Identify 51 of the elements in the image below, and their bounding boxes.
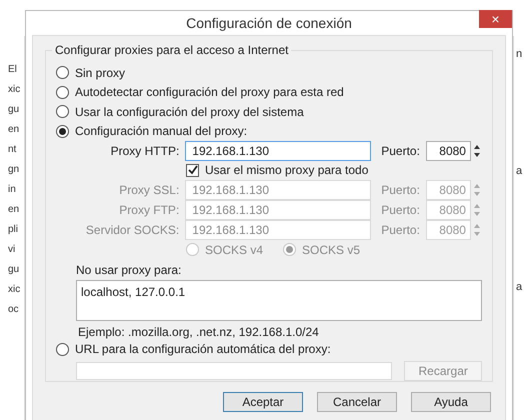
text-fragment: El: [8, 64, 18, 76]
text-fragment: gu: [8, 104, 20, 116]
checkbox-label: Usar el mismo proxy para todo: [205, 162, 368, 180]
close-button[interactable]: ×: [479, 10, 512, 28]
text-fragment: xic: [8, 84, 22, 96]
url-field[interactable]: [76, 362, 392, 380]
port-label: Puerto:: [380, 142, 421, 160]
radio-label: URL para la configuración automática del proxy:: [75, 341, 331, 358]
proxy-label: Proxy HTTP:: [110, 142, 180, 160]
text-fragment: en: [8, 204, 20, 216]
text-fragment: en: [8, 124, 20, 136]
port-label: Puerto:: [380, 182, 421, 200]
radio-label: Usar la configuración del proxy del sistema: [75, 104, 304, 121]
text-fragment: in: [8, 184, 17, 196]
radio-label: SOCKS v4: [205, 242, 264, 259]
text-fragment: a: [516, 280, 524, 295]
port-label: Puerto:: [380, 202, 421, 220]
text-fragment: gu: [8, 264, 20, 276]
text-fragment: nt: [8, 144, 18, 156]
proxy-label: Proxy SSL:: [118, 182, 180, 200]
port-field[interactable]: 8080: [426, 140, 471, 161]
text-fragment: gn: [8, 164, 20, 176]
proxy-field[interactable]: 192.168.1.130: [185, 140, 372, 161]
radio-label: SOCKS v5: [302, 242, 360, 259]
reload-button[interactable]: Recargar: [404, 361, 482, 381]
checkbox[interactable]: [186, 164, 199, 177]
radio-button[interactable]: [56, 105, 69, 118]
radio-button[interactable]: [56, 342, 69, 356]
radio-button[interactable]: [56, 86, 69, 99]
example-text: Ejemplo: .mozilla.org, .net.nz, 192.168.1.0/24: [77, 324, 320, 340]
text-fragment: a: [516, 164, 524, 178]
text-fragment: pli: [8, 224, 20, 236]
radio-button[interactable]: [56, 124, 69, 138]
text-fragment: vi: [8, 244, 16, 256]
dialog-button[interactable]: Aceptar: [223, 392, 303, 412]
radio-label: Sin proxy: [75, 64, 126, 82]
group-legend: Configurar proxies para el acceso a Internet: [52, 43, 292, 57]
window-title: Configuración de conexión: [186, 14, 352, 33]
no-proxy-field[interactable]: localhost, 127.0.0.1: [76, 280, 482, 321]
text-fragment: xic: [8, 284, 22, 296]
radio-button[interactable]: [56, 66, 69, 80]
no-proxy-label: No usar proxy para:: [75, 262, 182, 278]
text-fragment: n: [516, 47, 524, 62]
proxy-label: Servidor SOCKS:: [84, 222, 180, 240]
text-fragment: oc: [8, 304, 20, 316]
dialog-button[interactable]: Cancelar: [317, 392, 397, 412]
radio-label: Autodetectar configuración del proxy para esta red: [75, 84, 344, 102]
port-label: Puerto:: [380, 222, 421, 240]
radio-label: Configuración manual del proxy:: [75, 123, 248, 140]
proxy-label: Proxy FTP:: [118, 202, 180, 220]
dialog-button[interactable]: Ayuda: [411, 392, 491, 412]
